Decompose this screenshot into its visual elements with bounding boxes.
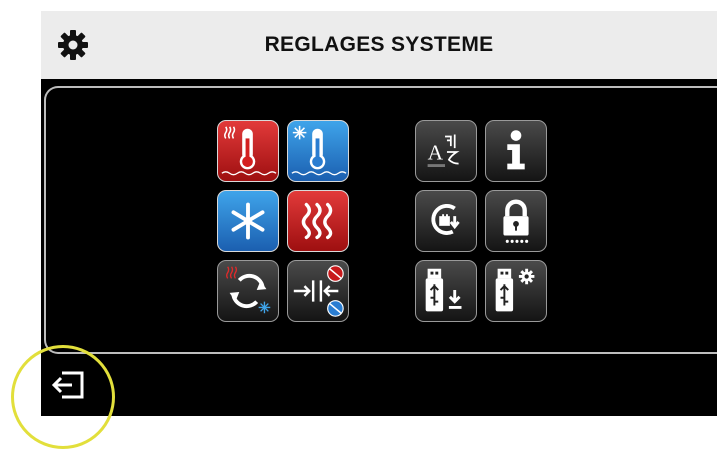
heat-cool-changeover-icon — [226, 266, 271, 314]
snowflake-icon — [231, 202, 265, 240]
cooling-temperature-icon — [291, 125, 347, 176]
cooling-mode-button[interactable] — [217, 190, 279, 252]
heating-temperature-button[interactable] — [217, 120, 279, 182]
info-icon — [507, 130, 525, 170]
heat-waves-icon — [301, 202, 333, 240]
deadband-icon — [293, 265, 344, 317]
cooling-temperature-button[interactable] — [287, 120, 349, 182]
usb-download-icon — [425, 268, 462, 312]
svg-text:A: A — [428, 141, 444, 165]
info-button[interactable] — [485, 120, 547, 182]
usb-settings-button[interactable] — [485, 260, 547, 322]
language-icon: A — [427, 134, 460, 167]
settings-panel — [44, 86, 717, 354]
lock-icon — [503, 199, 529, 243]
usb-settings-icon — [495, 268, 535, 312]
restore-settings-icon — [431, 203, 460, 235]
exit-highlight-circle — [11, 345, 115, 449]
heat-cool-changeover-button[interactable] — [217, 260, 279, 322]
usb-download-button[interactable] — [415, 260, 477, 322]
language-button[interactable]: A — [415, 120, 477, 182]
heating-temperature-icon — [221, 126, 277, 176]
heating-mode-button[interactable] — [287, 190, 349, 252]
page-title: REGLAGES SYSTEME — [264, 33, 494, 56]
header-bar: REGLAGES SYSTEME — [41, 11, 717, 79]
deadband-button[interactable] — [287, 260, 349, 322]
restore-settings-button[interactable] — [415, 190, 477, 252]
lock-button[interactable] — [485, 190, 547, 252]
